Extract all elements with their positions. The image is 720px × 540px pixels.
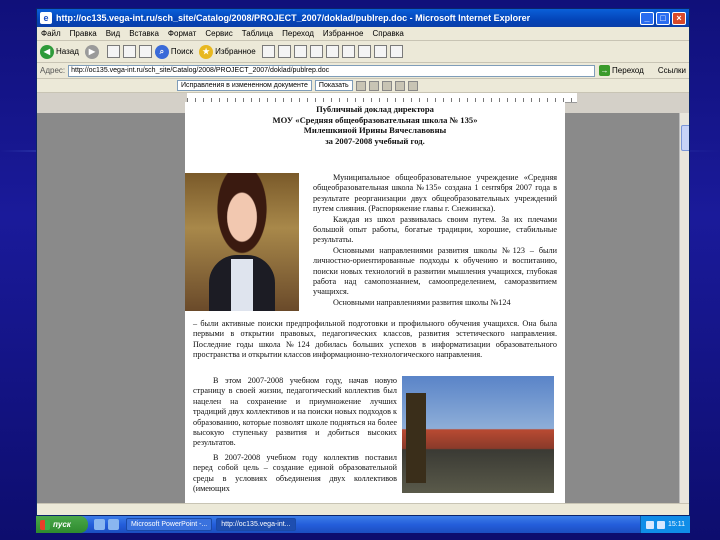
media-icon[interactable] [261,45,275,58]
search-icon: ⌕ [154,44,169,59]
go-button[interactable]: → Переход [599,65,644,76]
messenger-icon[interactable] [373,45,387,58]
discuss-icon[interactable] [341,45,355,58]
print-icon[interactable] [309,45,323,58]
address-bar: Адрес: http://oc135.vega-int.ru/sch_site… [37,63,689,79]
links-button[interactable]: Ссылки [658,66,686,75]
window-titlebar[interactable]: e http://oc135.vega-int.ru/sch_site/Cata… [37,9,689,27]
ie-icon: e [40,12,52,24]
vertical-scrollbar[interactable] [679,113,689,503]
clock: 15:11 [668,521,685,528]
menu-item-go[interactable]: Переход [282,29,314,38]
menu-item-table[interactable]: Таблица [242,29,273,38]
menu-item-favorites[interactable]: Избранное [323,29,364,38]
menu-bar: Файл Правка Вид Вставка Формат Сервис Та… [37,27,689,41]
window-title: http://oc135.vega-int.ru/sch_site/Catalo… [56,13,531,23]
accept-change-icon[interactable] [381,80,392,91]
menu-item-help[interactable]: Справка [372,29,403,38]
doc-header-line-4: за 2007-2008 учебный год. [325,135,425,146]
tray-volume-icon[interactable] [657,520,665,529]
text-column-right: Муниципальное общеобразовательное учрежд… [313,173,557,308]
paragraph-1: Муниципальное общеобразовательное учрежд… [313,173,557,214]
maximize-button[interactable]: □ [656,11,670,25]
refresh-icon[interactable] [122,45,136,58]
start-label: пуск [53,520,71,529]
text-column-left: В этом 2007-2008 учебном году, начав нов… [193,376,397,494]
paragraph-5: В этом 2007-2008 учебном году, начав нов… [193,376,397,448]
portrait-shirt [231,259,253,311]
paragraph-4-start: Основными направлениями развития школы №… [333,297,511,307]
menu-item-tools[interactable]: Сервис [205,29,232,38]
stop-icon[interactable] [106,45,120,58]
doc-header-line-2: МОУ «Средняя общеобразовательная школа №… [272,114,478,125]
comment-icon[interactable] [407,80,418,91]
folder-icon[interactable] [357,45,371,58]
edit-icon[interactable] [325,45,339,58]
search-button[interactable]: ⌕ Поиск [154,44,194,60]
address-input[interactable]: http://oc135.vega-int.ru/sch_site/Catalo… [68,64,596,77]
school-building-photo [402,376,554,493]
quick-launch-ie-icon[interactable] [94,519,105,530]
back-button[interactable]: ◀ Назад [40,44,79,60]
menu-item-edit[interactable]: Правка [70,29,97,38]
scroll-thumb[interactable] [681,125,689,151]
doc-header-line-1: Публичный доклад директора [316,104,434,114]
menu-item-view[interactable]: Вид [106,29,120,38]
quick-launch [94,519,122,530]
paragraph-6: В 2007-2008 учебном году коллектив поста… [193,452,397,494]
history-icon[interactable] [277,45,291,58]
windows-logo-icon [40,519,50,530]
paragraph-2: Каждая из школ развивалась своим путем. … [313,214,557,245]
star-icon: ★ [199,44,214,59]
research-icon[interactable] [389,45,403,58]
main-toolbar: ◀ Назад ▶ ⌕ Поиск ★ Избранное [37,41,689,63]
menu-item-insert[interactable]: Вставка [129,29,159,38]
next-change-icon[interactable] [368,80,379,91]
paragraph-3: Основными направлениями развития школы №… [313,245,557,297]
address-label: Адрес: [40,66,66,75]
go-arrow-icon: → [599,65,611,76]
tray-network-icon[interactable] [646,520,654,529]
back-arrow-icon: ◀ [40,44,54,59]
task-powerpoint[interactable]: Microsoft PowerPoint -... [126,518,213,531]
forward-button[interactable]: ▶ [84,44,101,60]
forward-arrow-icon: ▶ [84,44,99,59]
browser-window: e http://oc135.vega-int.ru/sch_site/Cata… [36,8,690,516]
reject-change-icon[interactable] [394,80,405,91]
doc-header-line-3: Милешкиной Ирины Вячеславовны [303,125,447,135]
favorites-button[interactable]: ★ Избранное [199,44,256,60]
show-dropdown[interactable]: Показать [314,80,353,91]
taskbar: пуск Microsoft PowerPoint -... http://oc… [36,516,690,533]
task-browser[interactable]: http://oc135.vega-int... [216,518,296,531]
document-page: Публичный доклад директора МОУ «Средняя … [185,102,565,503]
quick-launch-desktop-icon[interactable] [108,519,119,530]
home-icon[interactable] [138,45,152,58]
paragraph-4-cont: – были активные поиски предпрофильной по… [193,319,557,360]
menu-item-format[interactable]: Формат [168,29,196,38]
back-label: Назад [56,47,79,56]
director-portrait-photo [185,173,299,311]
system-tray: 15:11 [640,516,690,533]
mail-icon[interactable] [293,45,307,58]
document-area: Публичный доклад директора МОУ «Средняя … [37,102,689,503]
status-bar [37,503,689,515]
go-label: Переход [612,66,644,75]
reviewing-toolbar: Исправления в измененном документе Показ… [37,79,689,93]
search-label: Поиск [170,47,194,56]
prev-change-icon[interactable] [355,80,366,91]
favorites-label: Избранное [215,47,256,56]
photo-tree [406,393,426,483]
minimize-button[interactable]: _ [640,11,654,25]
start-button[interactable]: пуск [36,516,88,533]
close-button[interactable]: × [672,11,686,25]
review-mode-dropdown[interactable]: Исправления в измененном документе [177,80,312,91]
text-column-full: – были активные поиски предпрофильной по… [193,319,557,361]
menu-item-file[interactable]: Файл [41,29,61,38]
